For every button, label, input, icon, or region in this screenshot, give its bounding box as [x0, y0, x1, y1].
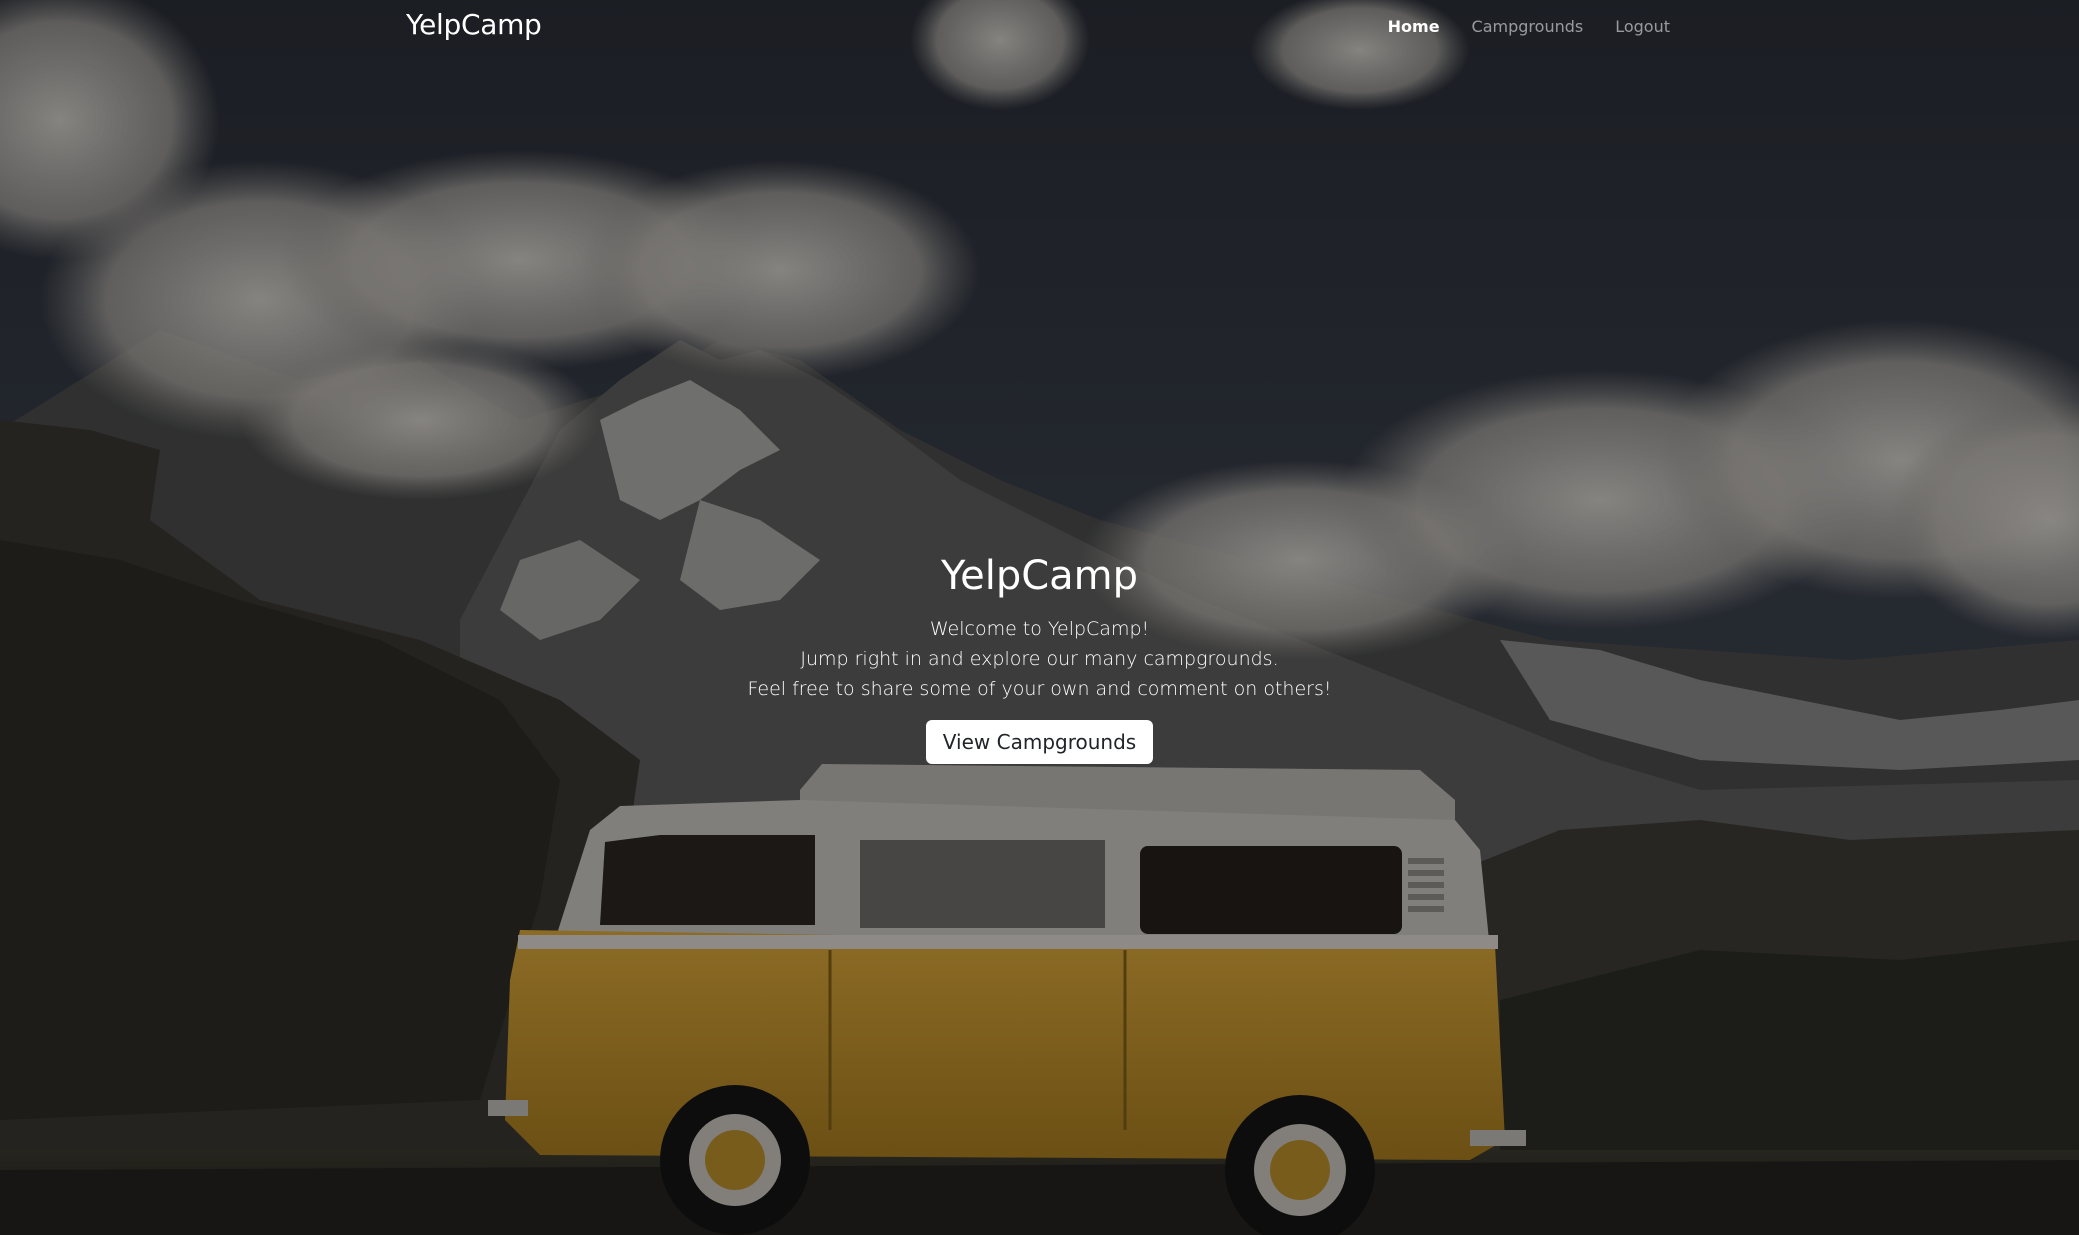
hero-title: YelpCamp [940, 553, 1139, 599]
hero-share-text: Feel free to share some of your own and … [747, 678, 1332, 700]
hero-explore-text: Jump right in and explore our many campg… [800, 648, 1279, 670]
hero-section: YelpCamp Welcome to YelpCamp! Jump right… [0, 548, 2079, 764]
nav-link-campgrounds[interactable]: Campgrounds [1472, 17, 1584, 36]
hero-welcome-text: Welcome to YelpCamp! [929, 618, 1150, 640]
nav-links: Home Campgrounds Logout [1388, 17, 1670, 36]
brand-logo[interactable]: YelpCamp [406, 8, 542, 41]
landing-page: YelpCamp Home Campgrounds Logout YelpCam… [0, 0, 2079, 1235]
view-campgrounds-button[interactable]: View Campgrounds [925, 720, 1154, 764]
nav-link-home[interactable]: Home [1388, 17, 1440, 36]
nav-link-logout[interactable]: Logout [1615, 17, 1670, 36]
navbar: YelpCamp Home Campgrounds Logout [0, 0, 2079, 54]
